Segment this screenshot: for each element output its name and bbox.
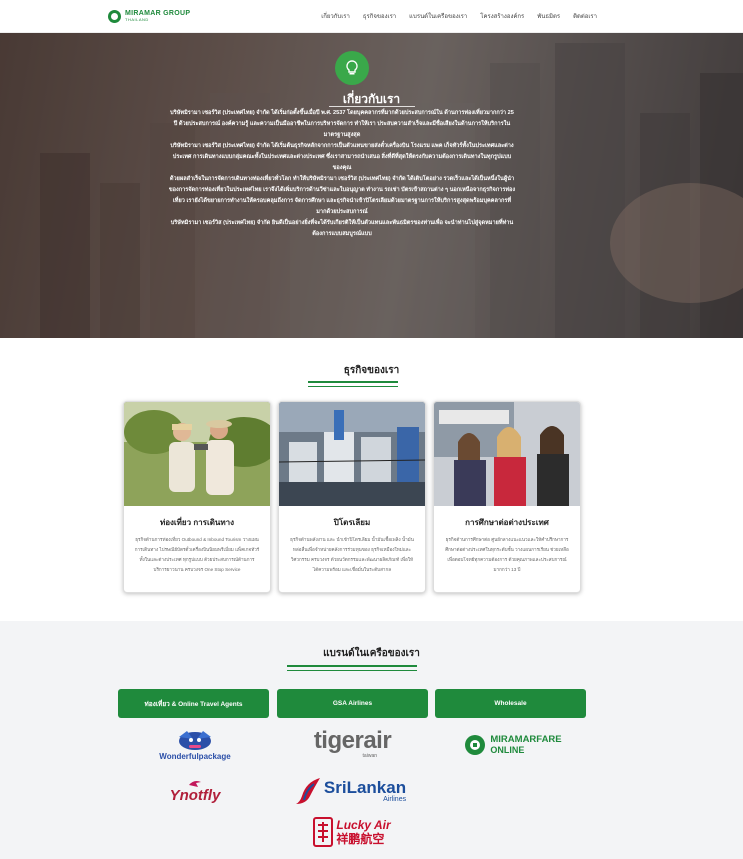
tab-gsa-airlines[interactable]: GSA Airlines [277,689,428,718]
card-description: ธุรกิจด้านพลังงาน และ นำเข้าปิโตรเลียม น… [290,537,414,572]
about-title-underline [329,106,415,107]
business-underline [308,381,398,383]
card-title: การศึกษาต่อต่างประเทศ [465,518,549,527]
card-title: ปิโตรเลียม [333,518,371,527]
tab-wholesale[interactable]: Wholesale [435,689,586,718]
logo-subtext: THAILAND [125,17,149,22]
education-image [434,402,580,506]
card-description: ธุรกิจด้านการศึกษาต่อ ศูนย์กลางแนะแนวและ… [445,537,569,572]
main-menu: เกี่ยวกับเรา ธุรกิจของเรา แบรนด์ในเครือข… [321,11,597,21]
nav-item-business[interactable]: ธุรกิจของเรา [363,11,396,21]
srilankan-sub: Airlines [383,796,407,803]
business-underline-2 [308,386,398,387]
business-card-petroleum[interactable]: ปิโตรเลียม ธุรกิจด้านพลังงาน และ นำเข้าป… [278,401,426,593]
miramarfare-logo-icon [465,735,486,755]
logo[interactable]: MIRAMAR GROUP THAILAND [108,6,190,26]
brand-logo-srilankan[interactable]: SriLankan Airlines [288,772,412,810]
about-text: บริษัทมิรามา เซอร์วิส (ประเทศไทย) จำกัด … [168,108,516,240]
nav-item-brands[interactable]: แบรนด์ในเครือของเรา [409,11,467,21]
srilankan-peacock-icon [295,778,320,804]
business-card-education[interactable]: การศึกษาต่อต่างประเทศ ธุรกิจด้านการศึกษา… [433,401,581,593]
card-title: ท่องเที่ยว การเดินทาง [159,518,235,527]
wonderfulpackage-text: Wonderfulpackage [159,752,231,761]
brand-logo-tigerair[interactable]: tigerair taiwan [300,724,405,764]
brands-title: แบรนด์ในเครือของเรา [323,648,420,659]
lightbulb-icon [335,51,369,85]
wonderfulpackage-mascot-icon [179,731,211,750]
tigerair-text: tigerair [313,727,392,754]
brands-underline-2 [287,670,417,671]
top-navbar: MIRAMAR GROUP THAILAND เกี่ยวกับเรา ธุรก… [0,0,743,33]
about-paragraph: บริษัทมิรามา เซอร์วิส (ประเทศไทย) จำกัด … [170,110,514,138]
business-title: ธุรกิจของเรา [343,365,400,376]
logo-mark-icon [108,9,121,23]
luckyair-text: Lucky Air [336,818,391,832]
nav-item-about[interactable]: เกี่ยวกับเรา [321,11,350,21]
ynotfly-text: Ynotfly [169,786,221,804]
brand-logo-wonderfulpackage[interactable]: Wonderfulpackage [150,726,240,764]
nav-item-contact[interactable]: ติดต่อเรา [573,11,597,21]
tab-travel-agents[interactable]: ท่องเที่ยว & Online Travel Agents [118,689,269,718]
about-paragraph: บริษัทมิรามา เซอร์วิส (ประเทศไทย) จำกัด … [170,143,514,171]
nav-item-structure[interactable]: โครงสร้างองค์กร [480,11,524,21]
logo-text: MIRAMAR GROUP [125,10,191,17]
srilankan-text: SriLankan [323,778,407,797]
brand-logo-ynotfly[interactable]: Ynotfly [155,775,235,807]
travel-image [124,402,270,506]
brand-logo-luckyair[interactable]: Lucky Air 祥鹏航空 [304,815,400,849]
miramarfare-text: MIRAMARFARE [490,734,562,746]
about-paragraph: ด้วยผลสำเร็จในการจัดการเดินทางท่องเที่ยว… [168,176,516,215]
luckyair-emblem-icon [313,817,334,847]
luckyair-chinese-text: 祥鹏航空 [336,832,385,846]
card-description: ธุรกิจด้านการท่องเที่ยว Outbound & Inbou… [134,537,260,572]
business-card-travel[interactable]: ท่องเที่ยว การเดินทาง ธุรกิจด้านการท่องเ… [123,401,271,593]
miramarfare-sub: ONLINE [490,744,525,755]
nav-item-partners[interactable]: พันธมิตร [537,11,560,21]
brands-underline [287,665,417,667]
brand-logo-miramarfare[interactable]: MIRAMARFARE ONLINE [458,730,568,760]
about-paragraph: บริษัทมิรามา เซอร์วิส (ประเทศไทย) จำกัด … [170,220,514,237]
tigerair-sub: taiwan [362,753,377,759]
petroleum-image [279,402,425,506]
